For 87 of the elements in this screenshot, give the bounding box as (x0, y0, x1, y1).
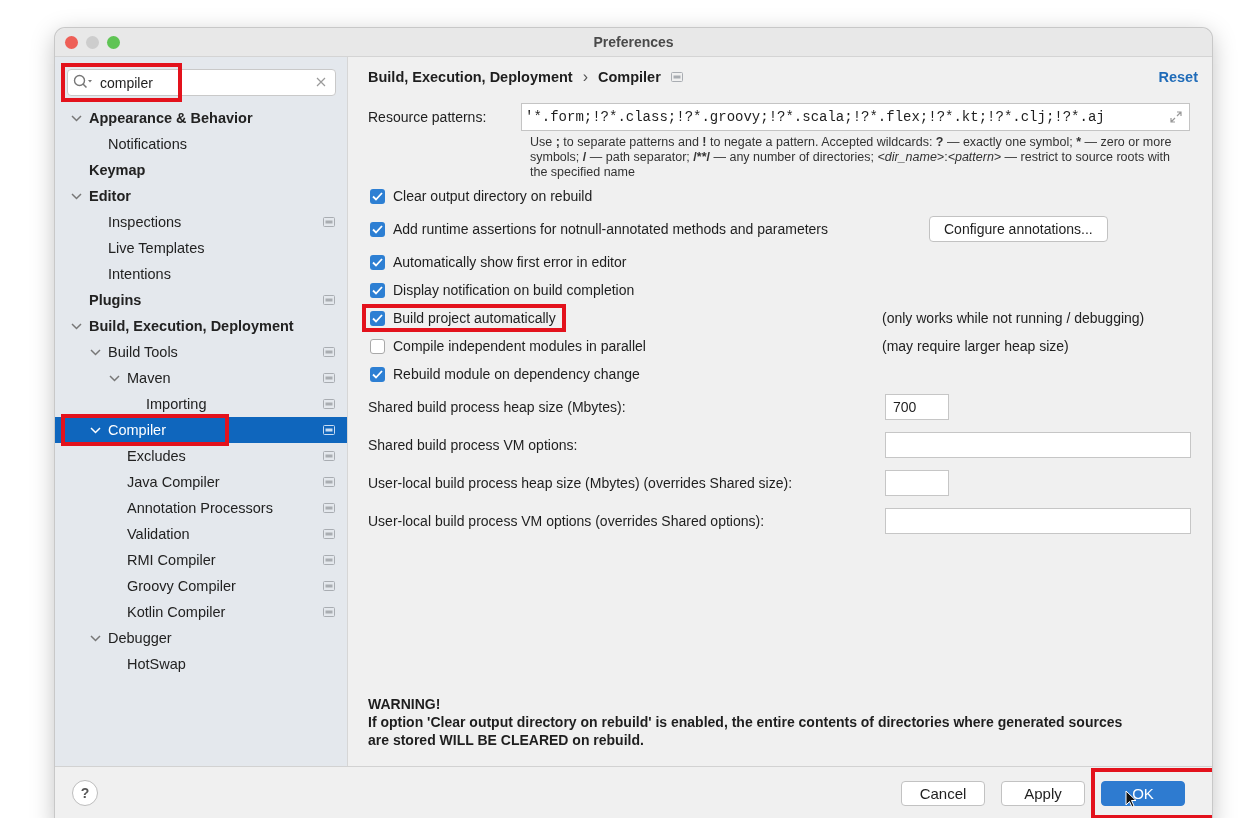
field-label: User-local build process VM options (overrides Shared options): (368, 513, 766, 529)
dialog-button[interactable]: Cancel (901, 780, 985, 806)
tree-item[interactable]: Debugger (55, 625, 347, 651)
tree-item[interactable]: Intentions (55, 261, 347, 287)
input-field[interactable] (885, 470, 949, 496)
clear-icon[interactable] (316, 77, 326, 87)
tree-item[interactable]: Groovy Compiler (55, 573, 347, 599)
field-label: User-local build process heap size (Mbytes) (overrides Shared size): (368, 475, 794, 491)
close-button[interactable] (65, 35, 78, 49)
tree-item[interactable]: Notifications (55, 131, 347, 157)
checkbox-label: Compile independent modules in parallel (393, 338, 646, 354)
search-field[interactable]: compiler (67, 69, 336, 96)
dialog-button[interactable]: Apply (1001, 780, 1085, 806)
configure-annotations-button[interactable]: Configure annotations... (929, 216, 1108, 242)
project-scope-icon (323, 503, 335, 513)
tree-item[interactable]: Validation (55, 521, 347, 547)
default-button[interactable]: OK (1101, 780, 1185, 806)
field-label: Shared build process heap size (Mbytes): (368, 399, 627, 415)
warning-text: If option 'Clear output directory on rebuild' is enabled, the entire contents of directories where generated sources are stored WILL BE CLEARED on rebuild. (368, 713, 1124, 749)
option-note: (only works while not running / debugging) (882, 310, 1145, 326)
input-field[interactable] (885, 432, 1191, 458)
chevron-icon[interactable] (90, 424, 101, 436)
project-scope-icon (323, 451, 335, 461)
project-scope-icon (323, 477, 335, 487)
tree-item[interactable]: Build Tools (55, 339, 347, 365)
checkbox-label: Rebuild module on dependency change (393, 366, 640, 382)
checkbox[interactable] (370, 188, 385, 204)
breadcrumb-item: Build, Execution, Deployment (368, 69, 573, 85)
checkbox-label: Display notification on build completion (393, 282, 635, 298)
project-scope-icon (323, 425, 335, 435)
window-title: Preferences (593, 34, 674, 50)
tree-item[interactable]: Keymap (55, 157, 347, 183)
tree-item[interactable]: Java Compiler (55, 469, 347, 495)
checkbox-label: Build project automatically (393, 310, 556, 326)
tree-item[interactable]: HotSwap (55, 651, 347, 677)
checkbox-label: Automatically show first error in editor (393, 254, 627, 270)
input-field[interactable] (885, 508, 1191, 534)
checkbox[interactable] (370, 338, 385, 354)
checkbox[interactable] (370, 221, 385, 237)
tree-item[interactable]: Live Templates (55, 235, 347, 261)
tree-item[interactable]: Annotation Processors (55, 495, 347, 521)
breadcrumb-item: Compiler (597, 69, 661, 85)
chevron-icon[interactable] (109, 372, 120, 384)
tree-item[interactable]: Kotlin Compiler (55, 599, 347, 625)
tree-item[interactable]: Importing (55, 391, 347, 417)
search-icon[interactable] (73, 74, 93, 90)
tree-item[interactable]: Excludes (55, 443, 347, 469)
help-button[interactable]: ? (72, 780, 98, 806)
project-scope-icon (323, 529, 335, 539)
checkbox[interactable] (370, 366, 385, 382)
checkbox[interactable] (370, 310, 385, 326)
checkbox-label: Clear output directory on rebuild (393, 188, 593, 204)
tree-item[interactable]: Editor (55, 183, 347, 209)
chevron-icon[interactable] (90, 632, 101, 644)
field-label: Shared build process VM options: (368, 437, 579, 453)
help-text: Use ; to separate patterns and ! to negate a pattern. Accepted wildcards: ? — exactly one symbol; * — zero or more symbols; / — path separator; /**/ — any number of directories; <dir_name>:<pattern> — restrict to source roots with the specified name (530, 135, 1173, 180)
option-note: (may require larger heap size) (882, 338, 1069, 354)
resource-patterns-field[interactable]: '*.form;!?*.class;!?*.groovy;!?*.scala;!?*.flex;!?*.kt;!?*.clj;!?*.aj (521, 103, 1190, 131)
tree-item[interactable]: RMI Compiler (55, 547, 347, 573)
checkbox[interactable] (370, 282, 385, 298)
input-field[interactable]: 700 (885, 394, 949, 420)
project-scope-icon (670, 72, 683, 82)
project-scope-icon (323, 581, 335, 591)
tree-item[interactable]: Appearance & Behavior (55, 105, 347, 131)
chevron-icon[interactable] (90, 346, 101, 358)
project-scope-icon (323, 217, 335, 227)
tree-item[interactable]: Inspections (55, 209, 347, 235)
tree-item[interactable]: Plugins (55, 287, 347, 313)
chevron-icon[interactable] (71, 320, 82, 332)
field-label: Resource patterns: (368, 109, 488, 125)
reset-link[interactable]: Reset (1158, 69, 1198, 85)
checkbox-label: Add runtime assertions for notnull-annotated methods and parameters (393, 221, 829, 237)
chevron-icon[interactable] (71, 112, 82, 124)
project-scope-icon (323, 607, 335, 617)
breadcrumb-separator: › (582, 68, 588, 86)
warning-title: WARNING! (368, 695, 442, 713)
expand-icon[interactable] (1169, 110, 1183, 124)
tree-item[interactable]: Build, Execution, Deployment (55, 313, 347, 339)
checkbox[interactable] (370, 254, 385, 270)
tree-item[interactable]: Compiler (55, 417, 347, 443)
project-scope-icon (323, 295, 335, 305)
project-scope-icon (323, 373, 335, 383)
tree-item[interactable]: Maven (55, 365, 347, 391)
project-scope-icon (323, 399, 335, 409)
chevron-icon[interactable] (71, 190, 82, 202)
project-scope-icon (323, 347, 335, 357)
project-scope-icon (323, 555, 335, 565)
